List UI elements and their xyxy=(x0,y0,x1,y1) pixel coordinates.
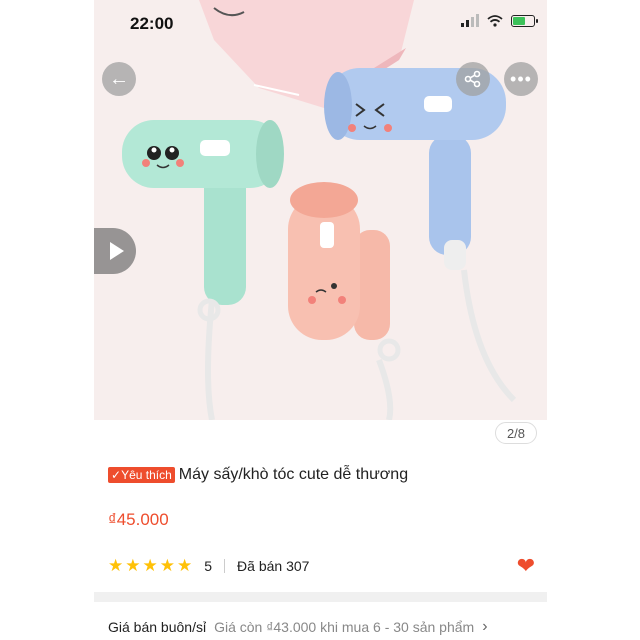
star-icon: ★ xyxy=(142,556,158,575)
product-title-row: ✓Yêu thích Máy sấy/khò tóc cute dễ thươn… xyxy=(108,466,538,484)
product-title: Máy sấy/khò tóc cute dễ thương xyxy=(178,466,409,483)
star-icon: ★ xyxy=(177,556,193,575)
pink-hair-dryer xyxy=(288,182,401,362)
rating-stars: ★ ★ ★ ★ ★ xyxy=(108,556,192,576)
star-icon: ★ xyxy=(125,556,141,575)
favorite-badge: ✓Yêu thích xyxy=(108,467,175,483)
sold-count: Đã bán 307 xyxy=(237,558,310,574)
favorite-badge-label: Yêu thích xyxy=(121,468,172,482)
wholesale-value: Giá còn ₫43.000 khi mua 6 - 30 sản phẩm xyxy=(214,619,475,635)
star-icon: ★ xyxy=(108,556,124,575)
mint-hair-dryer xyxy=(122,120,284,322)
battery-charging-icon xyxy=(511,14,538,27)
rating-value: 5 xyxy=(204,558,213,574)
share-icon xyxy=(464,70,481,88)
play-icon xyxy=(110,242,124,260)
product-image-carousel[interactable]: 22:00 ← ••• xyxy=(94,0,547,420)
like-button[interactable]: ❤ xyxy=(517,553,535,579)
wholesale-label: Giá bán buôn/sỉ xyxy=(108,619,207,635)
product-screen: 22:00 ← ••• 2/8 ✓Yêu thích Máy sấy/khò t… xyxy=(94,0,547,640)
divider xyxy=(224,559,226,573)
section-divider xyxy=(94,592,547,602)
signal-icon xyxy=(461,14,479,27)
product-price: ₫45.000 xyxy=(108,510,169,529)
back-button[interactable]: ← xyxy=(102,62,136,96)
rating-row: ★ ★ ★ ★ ★ 5 Đã bán 307 xyxy=(108,555,538,577)
star-icon: ★ xyxy=(159,556,175,575)
more-icon: ••• xyxy=(510,68,532,89)
status-time: 22:00 xyxy=(130,14,174,33)
wifi-icon xyxy=(487,14,503,27)
back-arrow-icon: ← xyxy=(109,67,129,90)
check-icon: ✓ xyxy=(111,468,122,482)
wholesale-price-row[interactable]: Giá bán buôn/sỉ Giá còn ₫43.000 khi mua … xyxy=(108,618,544,636)
heart-icon: ❤ xyxy=(516,553,535,578)
share-button[interactable] xyxy=(456,62,490,96)
image-counter: 2/8 xyxy=(495,422,537,444)
chevron-right-icon: › xyxy=(482,618,488,635)
status-icons xyxy=(461,14,538,27)
more-button[interactable]: ••• xyxy=(504,62,538,96)
